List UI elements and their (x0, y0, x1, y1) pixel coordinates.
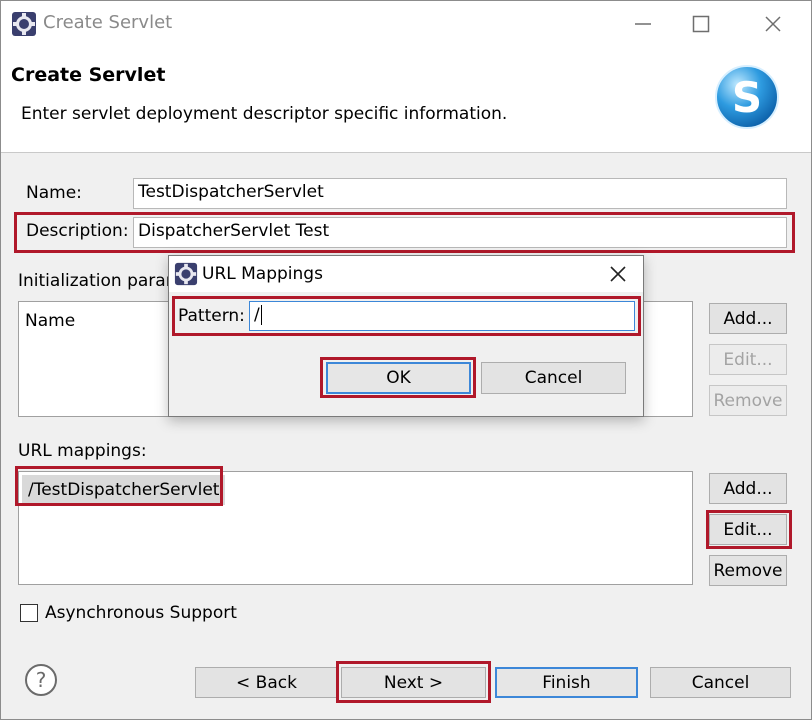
init-params-label: Initialization parar (18, 271, 173, 291)
minimize-icon (635, 23, 651, 25)
page-description: Enter servlet deployment descriptor spec… (21, 104, 508, 124)
dialog-close-button[interactable] (605, 262, 631, 286)
async-support-checkbox[interactable] (20, 604, 38, 622)
async-support-label: Asynchronous Support (45, 603, 237, 623)
description-field[interactable]: DispatcherServlet Test (133, 217, 787, 248)
page-title: Create Servlet (11, 64, 166, 86)
cancel-button[interactable]: Cancel (650, 667, 791, 698)
init-edit-button[interactable]: Edit... (709, 344, 787, 375)
svg-text:S: S (732, 73, 762, 122)
maximize-button[interactable] (673, 1, 729, 47)
close-button[interactable] (745, 1, 801, 47)
url-mappings-label: URL mappings: (18, 441, 147, 461)
pattern-value: / (254, 305, 260, 325)
back-button[interactable]: < Back (195, 667, 338, 698)
url-remove-button[interactable]: Remove (709, 555, 787, 586)
dialog-title: URL Mappings (202, 264, 323, 284)
help-button[interactable]: ? (25, 664, 57, 696)
servlet-logo-icon: S (715, 65, 779, 129)
dialog-cancel-button[interactable]: Cancel (481, 362, 626, 394)
pattern-field[interactable]: / (249, 301, 635, 331)
url-mappings-dialog: URL Mappings Pattern: / OK Cancel (168, 255, 644, 417)
description-label: Description: (26, 221, 129, 241)
init-add-button[interactable]: Add... (709, 303, 787, 334)
url-edit-highlight (706, 510, 792, 549)
pattern-label: Pattern: (178, 306, 245, 326)
name-field[interactable]: TestDispatcherServlet (133, 178, 787, 209)
window-title: Create Servlet (43, 12, 173, 33)
header-banner: Create Servlet Enter servlet deployment … (1, 47, 811, 153)
init-params-column-name: Name (25, 311, 76, 331)
dialog-title-bar: URL Mappings (169, 256, 643, 292)
close-icon (765, 16, 781, 32)
url-mapping-highlight (15, 466, 223, 506)
minimize-button[interactable] (615, 1, 671, 47)
next-highlight (336, 661, 491, 703)
url-add-button[interactable]: Add... (709, 473, 787, 504)
name-label: Name: (26, 183, 82, 203)
close-icon (610, 266, 626, 282)
maximize-icon (692, 15, 710, 33)
help-icon: ? (35, 668, 47, 692)
finish-button[interactable]: Finish (495, 667, 638, 698)
init-remove-button[interactable]: Remove (709, 385, 787, 416)
text-cursor (260, 305, 262, 325)
eclipse-app-icon (174, 262, 198, 286)
ok-highlight (320, 357, 476, 398)
title-bar: Create Servlet (1, 1, 811, 47)
eclipse-app-icon (12, 12, 36, 36)
